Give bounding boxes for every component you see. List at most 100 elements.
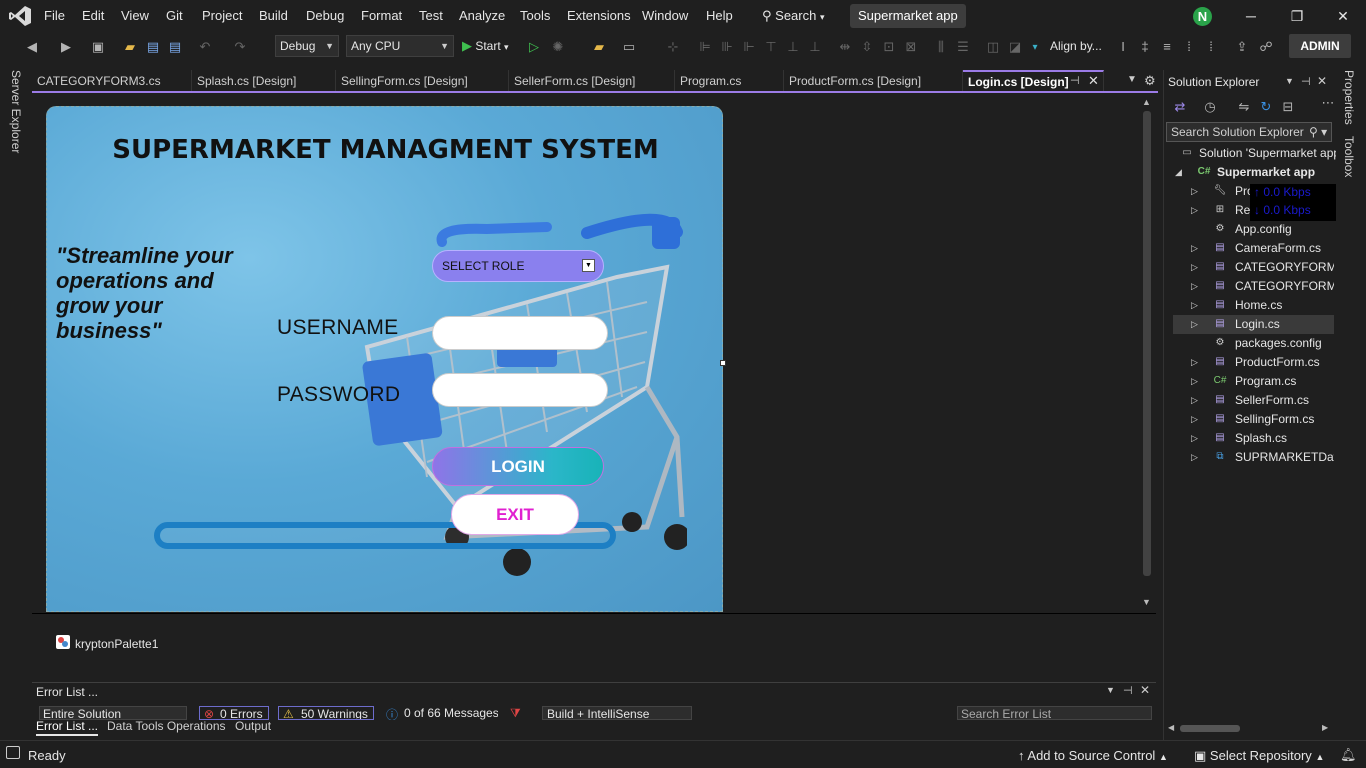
tree-solution-node[interactable]: ▭ Solution 'Supermarket app' (1178, 144, 1342, 163)
align-center-icon[interactable]: ⊪ (719, 39, 735, 55)
make-same-height-icon[interactable]: ⇳ (859, 39, 875, 55)
menu-help[interactable]: Help (706, 8, 733, 23)
size-to-grid-icon[interactable]: ⊡ (881, 39, 897, 55)
layout-icon[interactable]: ▭ (621, 39, 637, 55)
tree-project-node[interactable]: ◢ C# Supermarket app (1173, 163, 1334, 182)
tree-item[interactable]: ▷ ▤ CameraForm.cs (1173, 239, 1334, 258)
select-repository-button[interactable]: ▣ Select Repository ▲ (1194, 748, 1324, 764)
align-left-icon[interactable]: ⊫ (697, 39, 713, 55)
tab-data-tools-operations[interactable]: Data Tools Operations (107, 719, 226, 733)
tree-item[interactable]: ▷ ▤ SellerForm.cs (1173, 391, 1334, 410)
expand-arrow-icon[interactable]: ▷ (1191, 448, 1201, 467)
close-icon[interactable]: ✕ (1317, 74, 1327, 88)
visual-studio-logo-icon[interactable] (8, 5, 32, 27)
align-grid-icon[interactable]: ⊹ (665, 39, 681, 55)
menu-view[interactable]: View (121, 8, 149, 23)
tree-item[interactable]: ▷ ▤ CATEGORYFORM.cs (1173, 258, 1334, 277)
scroll-right-icon[interactable]: ▶ (1322, 723, 1328, 732)
align-bottom-icon[interactable]: ⊥ (807, 39, 823, 55)
make-same-width-icon[interactable]: ⇹ (837, 39, 853, 55)
distribute-icon[interactable]: ‡ (1137, 39, 1153, 55)
form-resize-handle[interactable] (720, 360, 726, 366)
make-same-size-icon[interactable]: ⊠ (903, 39, 919, 55)
live-share-icon[interactable]: ⇪ (1234, 39, 1250, 55)
add-to-source-control-button[interactable]: ↑ Add to Source Control ▲ (1018, 748, 1168, 763)
menu-edit[interactable]: Edit (82, 8, 104, 23)
tab-login-design[interactable]: Login.cs [Design] (963, 70, 1104, 92)
tab-splash-design[interactable]: Splash.cs [Design] (192, 70, 336, 92)
solution-explorer-horizontal-scrollbar[interactable]: ◀ ▶ (1166, 721, 1332, 735)
panel-menu-icon[interactable]: ▼ (1106, 685, 1115, 695)
expand-arrow-icon[interactable]: ▷ (1191, 391, 1201, 410)
sync-icon[interactable]: ⇋ (1236, 99, 1252, 115)
redo-icon[interactable]: ↷ (232, 39, 248, 55)
tree-item[interactable]: ▷ ▤ CATEGORYFORM3.cs (1173, 277, 1334, 296)
expand-arrow-icon[interactable]: ▷ (1191, 410, 1201, 429)
expand-arrow-icon[interactable]: ▷ (1191, 258, 1201, 277)
text-cursor-icon[interactable]: I (1115, 39, 1131, 55)
global-search-button[interactable]: ⚲ Search ▾ (762, 8, 825, 24)
menu-test[interactable]: Test (419, 8, 443, 23)
equal-spacing-icon[interactable]: ≡ (1159, 39, 1175, 55)
tree-item[interactable]: ▷ ▤ Home.cs (1173, 296, 1334, 315)
platform-select[interactable]: Any CPU ▼ (346, 35, 454, 57)
align-dropdown-icon[interactable]: ▾ (1027, 40, 1043, 56)
hot-reload-icon[interactable]: ✺ (550, 39, 566, 55)
configuration-select[interactable]: Debug ▼ (275, 35, 339, 57)
expanded-arrow-icon[interactable]: ◢ (1175, 163, 1185, 182)
pin-icon[interactable]: ⊣ (1070, 74, 1080, 87)
tab-productform-design[interactable]: ProductForm.cs [Design] (784, 70, 963, 92)
scrollbar-thumb[interactable] (1143, 111, 1151, 576)
designer-vertical-scrollbar[interactable]: ▲ ▼ (1140, 97, 1154, 611)
bell-icon[interactable]: 🔔︎ (1340, 747, 1357, 763)
restore-icon[interactable]: ❐ (1286, 6, 1308, 26)
tab-sellerform-design[interactable]: SellerForm.cs [Design] (509, 70, 675, 92)
username-input[interactable] (432, 316, 608, 350)
menu-git[interactable]: Git (166, 8, 183, 23)
login-button[interactable]: LOGIN (432, 447, 604, 486)
expand-arrow-icon[interactable]: ▷ (1191, 239, 1201, 258)
login-form-preview[interactable]: SUPERMARKET MANAGMENT SYSTEM "Streamline… (46, 106, 723, 612)
avatar[interactable]: N (1193, 7, 1212, 26)
tree-item[interactable]: ▷ C# Program.cs (1173, 372, 1334, 391)
tree-item[interactable]: ▷ ▤ Login.cs (1173, 315, 1334, 334)
save-icon[interactable]: ▤ (145, 39, 161, 55)
tab-program[interactable]: Program.cs (675, 70, 784, 92)
expand-arrow-icon[interactable]: ▷ (1191, 296, 1201, 315)
role-select[interactable]: SELECT ROLE ▼ (432, 250, 604, 282)
refresh-icon[interactable]: ↻ (1258, 99, 1274, 115)
panel-menu-icon[interactable]: ▼ (1285, 76, 1294, 86)
chevron-down-icon[interactable]: ▼ (582, 259, 595, 272)
tree-item[interactable]: ▷ ▤ Splash.cs (1173, 429, 1334, 448)
open-folder-icon[interactable]: ▰ (122, 39, 138, 55)
pin-icon[interactable]: ⊣ (1301, 75, 1311, 88)
menu-build[interactable]: Build (259, 8, 288, 23)
switch-views-icon[interactable]: ⇄ (1172, 99, 1188, 115)
tree-item[interactable]: ▷ ⧉ SUPRMARKETDataSet.xsd (1173, 448, 1334, 467)
tree-item[interactable]: ▷ ▤ ProductForm.cs (1173, 353, 1334, 372)
toolbox-tab[interactable]: Toolbox (1342, 136, 1356, 177)
close-icon[interactable]: ✕ (1140, 683, 1150, 697)
pin-icon[interactable]: ⊣ (1123, 684, 1133, 697)
start-debugging-button[interactable]: ▶ Start ▾ (462, 38, 509, 54)
close-tab-icon[interactable]: ✕ (1088, 73, 1099, 89)
align-top-icon[interactable]: ⊤ (763, 39, 779, 55)
collapse-all-icon[interactable]: ⊟ (1280, 99, 1296, 115)
tab-error-list[interactable]: Error List ... (36, 719, 99, 736)
minimize-icon[interactable]: ─ (1240, 6, 1262, 26)
tab-categoryform3[interactable]: CATEGORYFORM3.cs (32, 70, 192, 92)
menu-analyze[interactable]: Analyze (459, 8, 505, 23)
tab-output[interactable]: Output (235, 719, 271, 733)
properties-tab[interactable]: Properties (1342, 70, 1356, 125)
center-vertically-icon[interactable]: ◪ (1007, 39, 1023, 55)
align-by-label[interactable]: Align by... (1050, 39, 1102, 53)
navigate-back-icon[interactable]: ◀ (24, 39, 40, 55)
navigate-forward-icon[interactable]: ▶ (58, 39, 74, 55)
scroll-left-icon[interactable]: ◀ (1168, 723, 1174, 732)
solution-explorer-search-input[interactable]: Search Solution Explorer ⚲ ▾ (1166, 122, 1332, 142)
menu-tools[interactable]: Tools (520, 8, 550, 23)
vertical-spacing-icon[interactable]: ☰ (955, 39, 971, 55)
align-middle-icon[interactable]: ⊥ (785, 39, 801, 55)
exit-button[interactable]: EXIT (451, 494, 579, 535)
tree-item[interactable]: ▷ ▤ SellingForm.cs (1173, 410, 1334, 429)
